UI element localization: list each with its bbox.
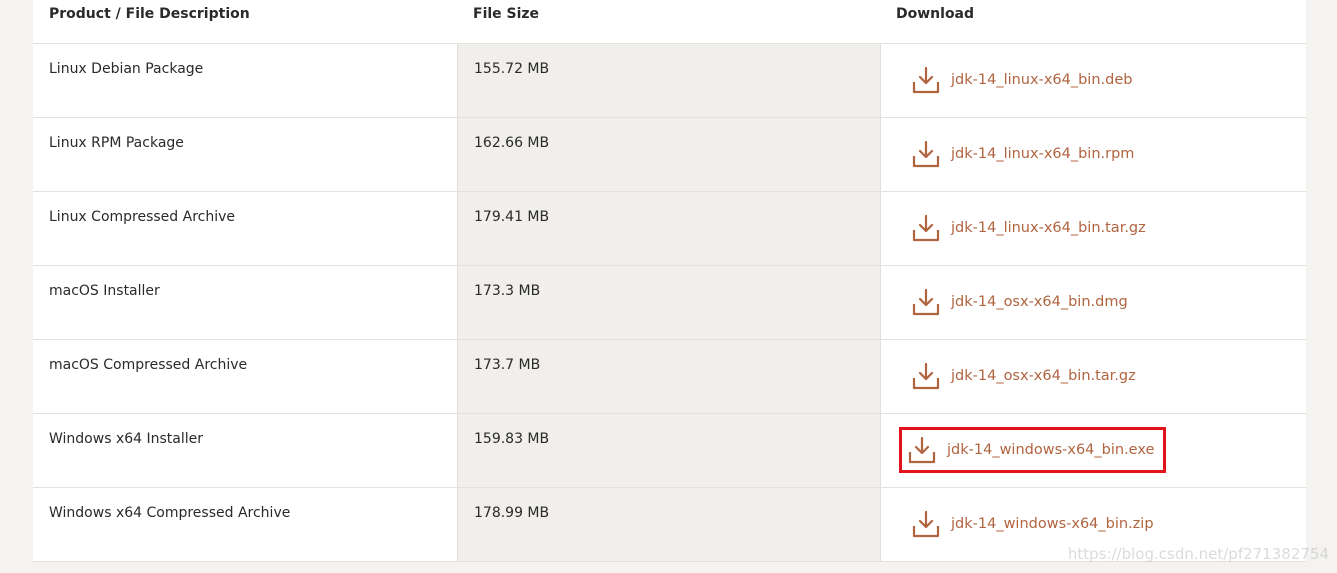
download-icon <box>912 140 940 168</box>
download-filename: jdk-14_windows-x64_bin.zip <box>951 516 1154 532</box>
product-description: Windows x64 Compressed Archive <box>33 488 457 561</box>
download-filename: jdk-14_linux-x64_bin.deb <box>951 72 1133 88</box>
downloads-table: Product / File Description File Size Dow… <box>33 0 1306 562</box>
product-description: macOS Installer <box>33 266 457 339</box>
file-size: 179.41 MB <box>457 192 881 265</box>
header-download: Download <box>896 6 975 22</box>
table-row: Linux RPM Package 162.66 MB jdk-14_linux… <box>33 118 1306 192</box>
download-cell: jdk-14_linux-x64_bin.rpm <box>881 118 1306 191</box>
file-size: 173.7 MB <box>457 340 881 413</box>
download-filename: jdk-14_windows-x64_bin.exe <box>947 442 1155 458</box>
download-filename: jdk-14_linux-x64_bin.rpm <box>951 146 1135 162</box>
table-row: macOS Compressed Archive 173.7 MB jdk-14… <box>33 340 1306 414</box>
download-link[interactable]: jdk-14_linux-x64_bin.deb <box>912 66 1132 94</box>
download-link[interactable]: jdk-14_linux-x64_bin.rpm <box>912 140 1134 168</box>
table-row: Linux Compressed Archive 179.41 MB jdk-1… <box>33 192 1306 266</box>
download-link[interactable]: jdk-14_windows-x64_bin.zip <box>912 510 1154 538</box>
download-cell: jdk-14_linux-x64_bin.deb <box>881 44 1306 117</box>
header-product: Product / File Description <box>49 6 250 22</box>
file-size: 173.3 MB <box>457 266 881 339</box>
download-icon <box>912 66 940 94</box>
download-icon <box>912 288 940 316</box>
download-icon <box>912 362 940 390</box>
table-header: Product / File Description File Size Dow… <box>33 0 1306 44</box>
download-link[interactable]: jdk-14_osx-x64_bin.tar.gz <box>912 362 1136 390</box>
download-filename: jdk-14_osx-x64_bin.tar.gz <box>951 368 1136 384</box>
download-icon <box>908 436 936 464</box>
download-link-highlighted[interactable]: jdk-14_windows-x64_bin.exe <box>898 427 1167 473</box>
watermark: https://blog.csdn.net/pf271382754 <box>1067 545 1329 563</box>
download-cell: jdk-14_linux-x64_bin.tar.gz <box>881 192 1306 265</box>
file-size: 155.72 MB <box>457 44 881 117</box>
product-description: Linux Debian Package <box>33 44 457 117</box>
header-file-size: File Size <box>473 6 540 22</box>
download-page: Product / File Description File Size Dow… <box>0 0 1337 573</box>
table-row: macOS Installer 173.3 MB jdk-14_osx-x64_… <box>33 266 1306 340</box>
download-filename: jdk-14_osx-x64_bin.dmg <box>951 294 1128 310</box>
download-link[interactable]: jdk-14_osx-x64_bin.dmg <box>912 288 1128 316</box>
product-description: Linux Compressed Archive <box>33 192 457 265</box>
file-size: 162.66 MB <box>457 118 881 191</box>
download-cell: jdk-14_osx-x64_bin.dmg <box>881 266 1306 339</box>
file-size: 159.83 MB <box>457 414 881 487</box>
product-description: Linux RPM Package <box>33 118 457 191</box>
product-description: Windows x64 Installer <box>33 414 457 487</box>
download-link[interactable]: jdk-14_linux-x64_bin.tar.gz <box>912 214 1146 242</box>
download-cell: jdk-14_windows-x64_bin.exe <box>881 414 1306 487</box>
download-filename: jdk-14_linux-x64_bin.tar.gz <box>951 220 1146 236</box>
file-size: 178.99 MB <box>457 488 881 561</box>
product-description: macOS Compressed Archive <box>33 340 457 413</box>
download-icon <box>912 214 940 242</box>
table-row: Windows x64 Installer 159.83 MB jdk-14_w… <box>33 414 1306 488</box>
download-cell: jdk-14_osx-x64_bin.tar.gz <box>881 340 1306 413</box>
table-row: Linux Debian Package 155.72 MB jdk-14_li… <box>33 44 1306 118</box>
download-icon <box>912 510 940 538</box>
